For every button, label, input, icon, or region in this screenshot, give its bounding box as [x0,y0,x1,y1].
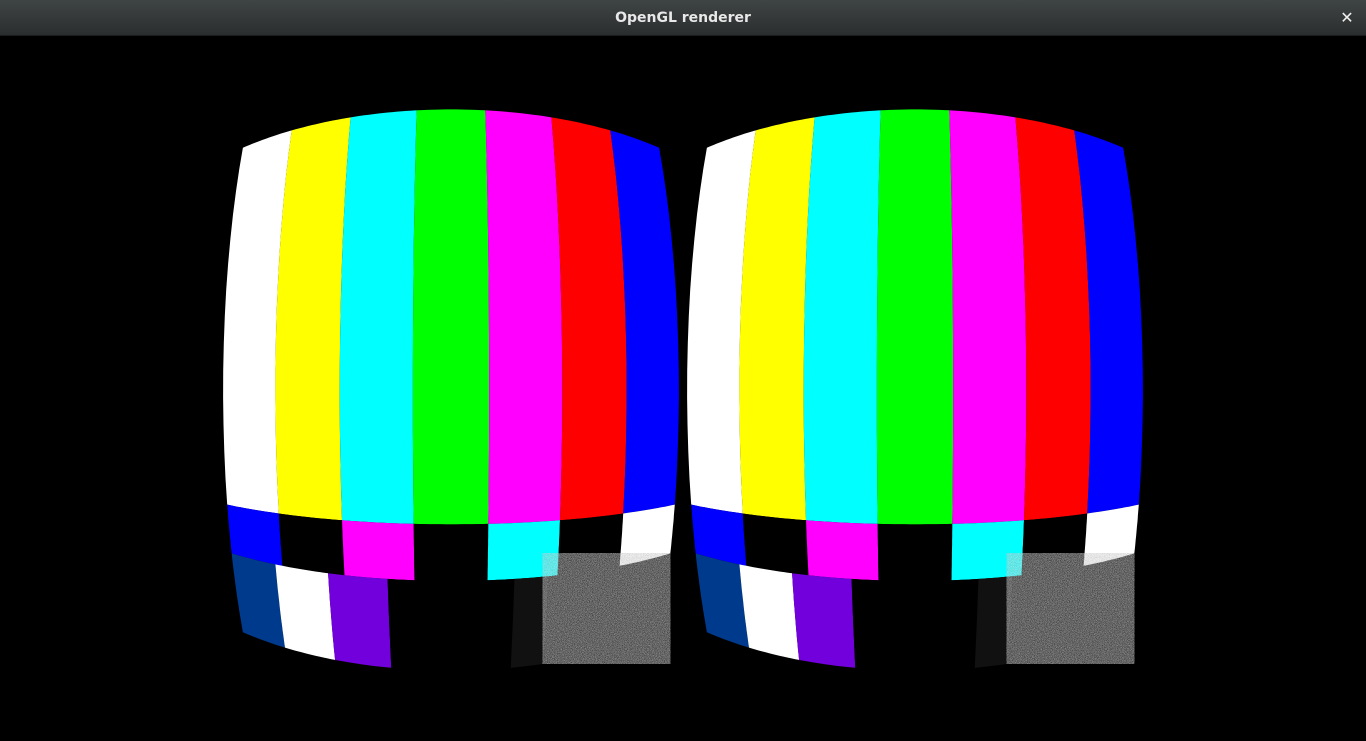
color-bar-2 [739,117,815,521]
bottom-block-3 [792,573,856,668]
color-bar-5 [949,110,1027,524]
bottom-block-3 [328,573,392,668]
color-bar-6 [1015,117,1091,521]
color-bar-4 [412,109,490,525]
mid-strip-2 [742,513,809,576]
close-icon[interactable]: ✕ [1338,9,1356,27]
bottom-block-5 [915,578,979,671]
mid-strip-4 [413,523,489,581]
mid-strip-4 [877,523,953,581]
mid-strip-5 [487,520,560,581]
color-bar-3 [803,110,881,524]
bottom-block-5 [451,578,515,671]
color-bar-5 [485,110,563,524]
mid-strip-5 [951,520,1024,581]
left-eye-view [223,109,679,671]
bottom-block-4 [851,578,915,671]
color-bar-6 [551,117,627,521]
opengl-viewport [0,36,1366,741]
bottom-block-6 [510,576,549,668]
mid-strip-3 [342,520,415,581]
render-canvas [223,109,1143,671]
color-bar-3 [339,110,417,524]
color-bar-4 [876,109,954,525]
mid-strip-3 [806,520,879,581]
window-title: OpenGL renderer [615,10,751,26]
mid-strip-6 [1021,513,1088,576]
bottom-block-6 [974,576,1013,668]
mid-strip-2 [278,513,345,576]
window-titlebar[interactable]: OpenGL renderer ✕ [0,0,1366,36]
bottom-block-4 [387,578,451,671]
color-bar-2 [275,117,351,521]
right-eye-view [687,109,1143,671]
mid-strip-6 [557,513,624,576]
